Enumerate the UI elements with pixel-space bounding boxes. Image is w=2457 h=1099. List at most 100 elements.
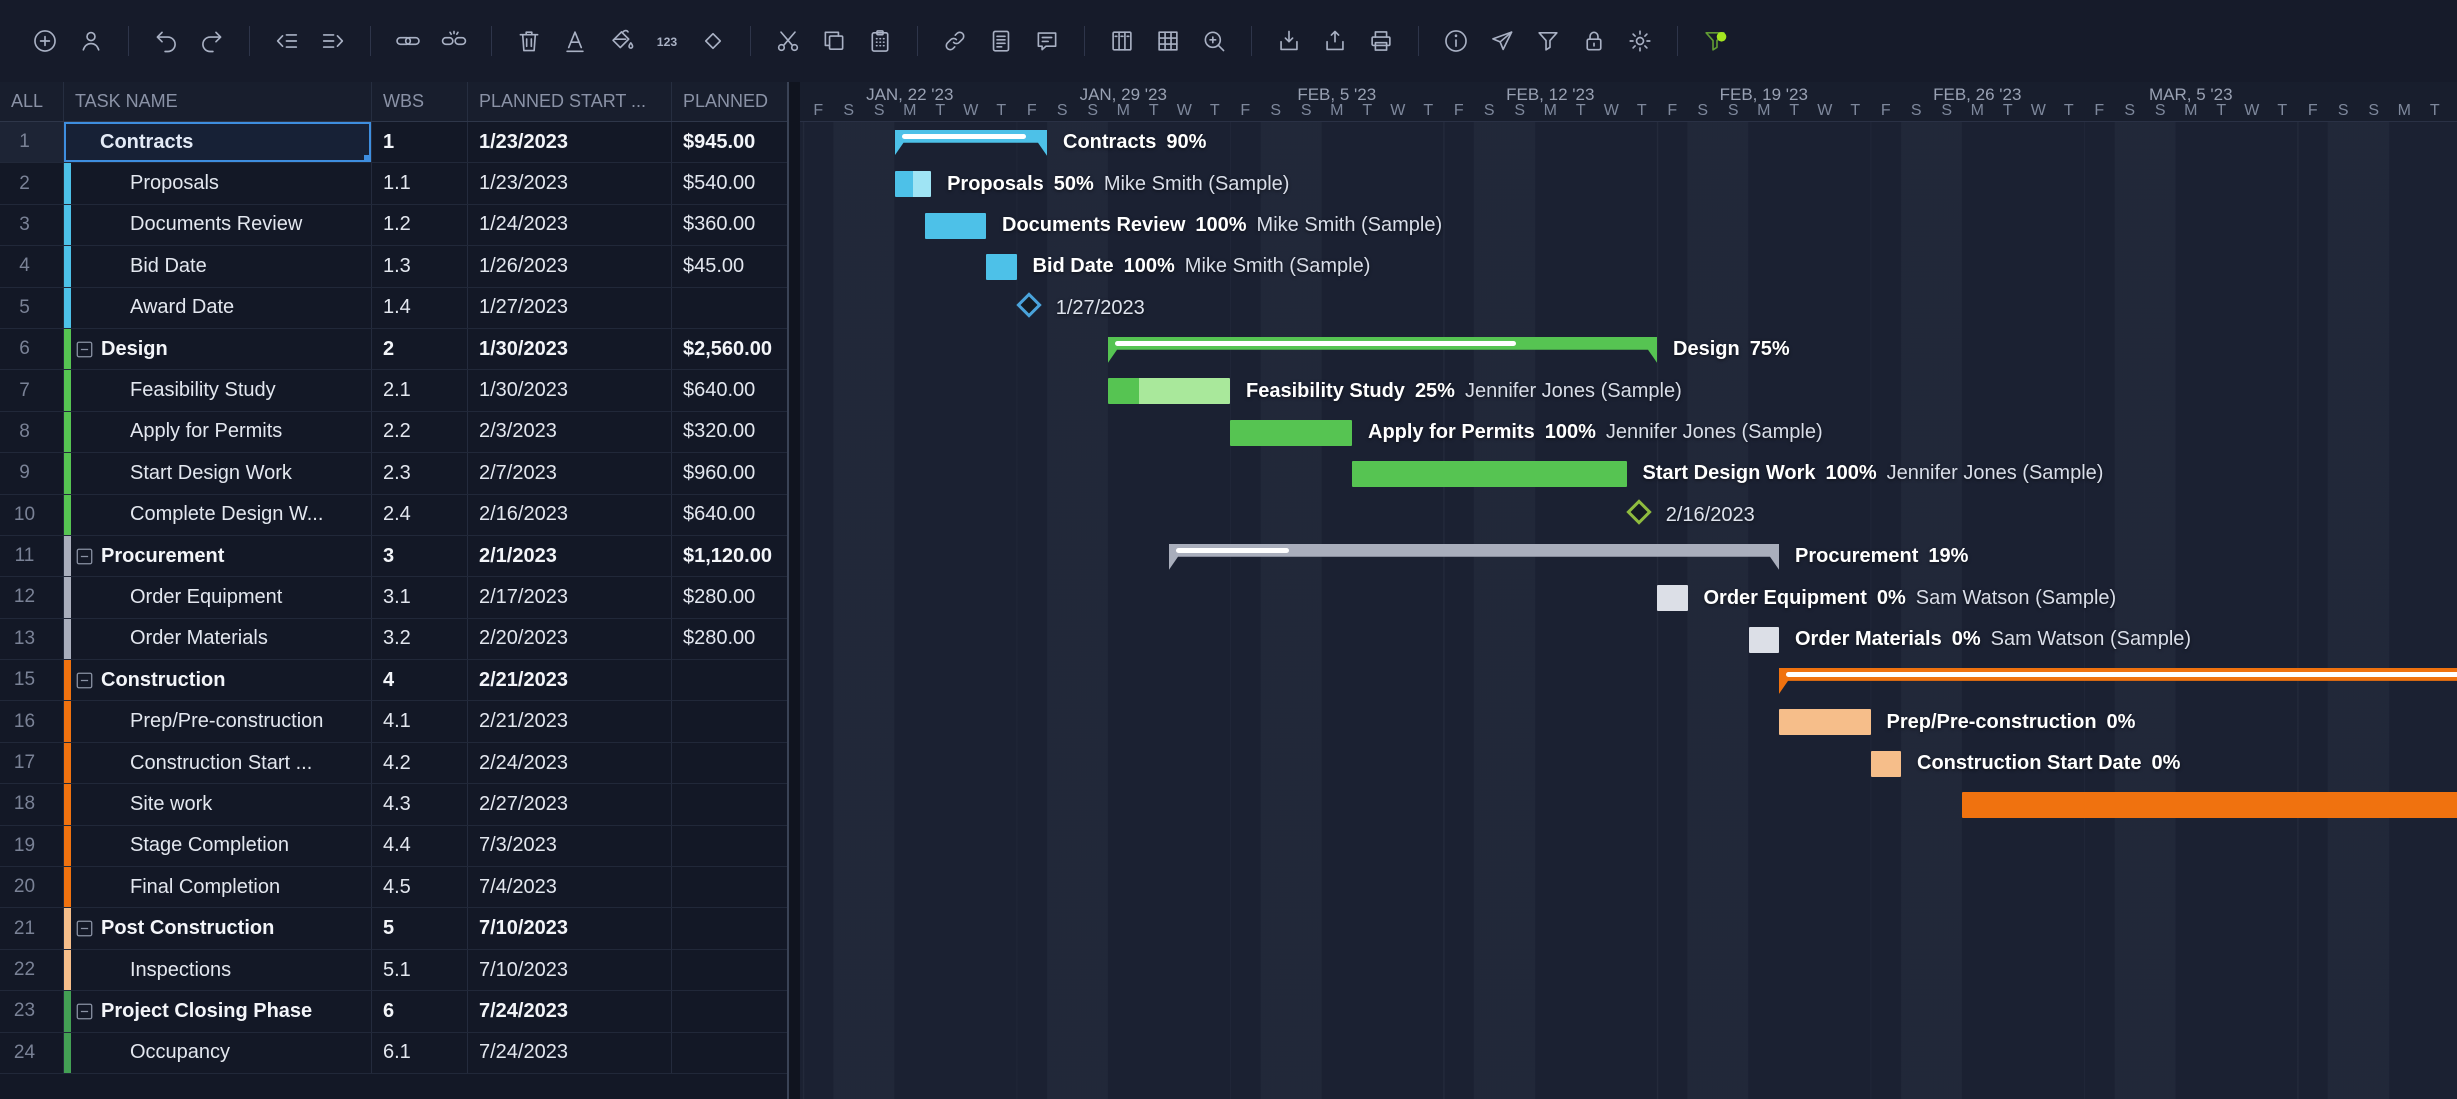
wbs-cell[interactable]: 5.1 (372, 950, 468, 990)
planned-cost-cell[interactable] (672, 743, 787, 783)
planned-start-cell[interactable]: 7/24/2023 (468, 991, 672, 1031)
link-icon[interactable] (390, 23, 426, 59)
share-icon[interactable] (1484, 23, 1520, 59)
planned-start-cell[interactable]: 7/4/2023 (468, 867, 672, 907)
wbs-cell[interactable]: 3.2 (372, 619, 468, 659)
wbs-cell[interactable]: 5 (372, 908, 468, 948)
task-cell[interactable]: Prep/Pre-construction (64, 701, 372, 741)
task-bar[interactable] (1352, 461, 1627, 487)
row-number[interactable]: 16 (0, 701, 64, 741)
trash-icon[interactable] (511, 23, 547, 59)
planned-cost-cell[interactable]: $945.00 (672, 122, 787, 162)
task-cell[interactable]: Construction Start ... (64, 743, 372, 783)
user-icon[interactable] (73, 23, 109, 59)
planned-start-cell[interactable]: 7/3/2023 (468, 826, 672, 866)
row-number[interactable]: 15 (0, 660, 64, 700)
print-icon[interactable] (1363, 23, 1399, 59)
task-cell[interactable]: Complete Design W... (64, 495, 372, 535)
row-number[interactable]: 2 (0, 163, 64, 203)
collapse-icon[interactable] (76, 341, 93, 358)
panel-resize-divider[interactable] (787, 82, 800, 1099)
task-bar[interactable] (1779, 709, 1871, 735)
settings-icon[interactable] (1622, 23, 1658, 59)
header-task-name[interactable]: TASK NAME (64, 82, 372, 121)
planned-cost-cell[interactable]: $45.00 (672, 246, 787, 286)
task-bar[interactable] (895, 171, 932, 197)
planned-start-cell[interactable]: 1/30/2023 (468, 370, 672, 410)
planned-start-cell[interactable]: 2/27/2023 (468, 784, 672, 824)
row-number[interactable]: 13 (0, 619, 64, 659)
wbs-cell[interactable]: 4.4 (372, 826, 468, 866)
wbs-cell[interactable]: 4.1 (372, 701, 468, 741)
grid-view-icon[interactable] (1150, 23, 1186, 59)
card-view-icon[interactable] (1104, 23, 1140, 59)
planned-cost-cell[interactable]: $2,560.00 (672, 329, 787, 369)
wbs-cell[interactable]: 1.4 (372, 288, 468, 328)
planned-start-cell[interactable]: 2/3/2023 (468, 412, 672, 452)
task-bar[interactable] (1962, 792, 2457, 818)
planned-start-cell[interactable]: 1/23/2023 (468, 122, 672, 162)
redo-icon[interactable] (194, 23, 230, 59)
row-number[interactable]: 22 (0, 950, 64, 990)
outdent-icon[interactable] (269, 23, 305, 59)
row-number[interactable]: 23 (0, 991, 64, 1031)
wbs-cell[interactable]: 1.1 (372, 163, 468, 203)
planned-cost-cell[interactable] (672, 991, 787, 1031)
cut-icon[interactable] (770, 23, 806, 59)
planned-start-cell[interactable]: 2/16/2023 (468, 495, 672, 535)
row-number[interactable]: 1 (0, 122, 64, 162)
wbs-cell[interactable]: 2.3 (372, 453, 468, 493)
fill-color-icon[interactable] (603, 23, 639, 59)
task-cell[interactable]: Documents Review (64, 205, 372, 245)
collapse-icon[interactable] (76, 548, 93, 565)
wbs-cell[interactable]: 4.3 (372, 784, 468, 824)
planned-start-cell[interactable]: 1/27/2023 (468, 288, 672, 328)
planned-start-cell[interactable]: 2/7/2023 (468, 453, 672, 493)
task-cell[interactable]: Proposals (64, 163, 372, 203)
task-cell[interactable]: Order Equipment (64, 577, 372, 617)
planned-cost-cell[interactable] (672, 826, 787, 866)
wbs-cell[interactable]: 6.1 (372, 1033, 468, 1073)
row-number[interactable]: 19 (0, 826, 64, 866)
task-cell[interactable]: Order Materials (64, 619, 372, 659)
wbs-cell[interactable]: 3 (372, 536, 468, 576)
wbs-cell[interactable]: 4.2 (372, 743, 468, 783)
planned-start-cell[interactable]: 2/1/2023 (468, 536, 672, 576)
indent-icon[interactable] (315, 23, 351, 59)
planned-cost-cell[interactable] (672, 908, 787, 948)
planned-start-cell[interactable]: 2/20/2023 (468, 619, 672, 659)
planned-cost-cell[interactable]: $360.00 (672, 205, 787, 245)
collapse-icon[interactable] (76, 1003, 93, 1020)
row-number[interactable]: 24 (0, 1033, 64, 1073)
milestone-diamond[interactable] (1626, 499, 1651, 524)
row-number[interactable]: 3 (0, 205, 64, 245)
collapse-icon[interactable] (76, 672, 93, 689)
task-bar[interactable] (986, 254, 1017, 280)
row-number[interactable]: 17 (0, 743, 64, 783)
task-cell[interactable]: Final Completion (64, 867, 372, 907)
row-number[interactable]: 10 (0, 495, 64, 535)
planned-start-cell[interactable]: 7/10/2023 (468, 950, 672, 990)
add-circle-icon[interactable] (27, 23, 63, 59)
task-cell[interactable]: Design (64, 329, 372, 369)
planned-cost-cell[interactable]: $280.00 (672, 619, 787, 659)
planned-cost-cell[interactable]: $960.00 (672, 453, 787, 493)
milestone-diamond[interactable] (1016, 292, 1041, 317)
row-number[interactable]: 4 (0, 246, 64, 286)
row-number[interactable]: 20 (0, 867, 64, 907)
wbs-cell[interactable]: 2.2 (372, 412, 468, 452)
planned-start-cell[interactable]: 2/21/2023 (468, 701, 672, 741)
task-cell[interactable]: Award Date (64, 288, 372, 328)
planned-cost-cell[interactable] (672, 660, 787, 700)
task-bar[interactable] (1749, 627, 1780, 653)
planned-start-cell[interactable]: 2/21/2023 (468, 660, 672, 700)
planned-cost-cell[interactable]: $640.00 (672, 370, 787, 410)
zoom-icon[interactable] (1196, 23, 1232, 59)
undo-icon[interactable] (148, 23, 184, 59)
unlink-icon[interactable] (436, 23, 472, 59)
header-planned[interactable]: PLANNED (672, 82, 787, 121)
collapse-icon[interactable] (76, 920, 93, 937)
task-cell[interactable]: Start Design Work (64, 453, 372, 493)
row-number[interactable]: 18 (0, 784, 64, 824)
task-cell[interactable]: Post Construction (64, 908, 372, 948)
